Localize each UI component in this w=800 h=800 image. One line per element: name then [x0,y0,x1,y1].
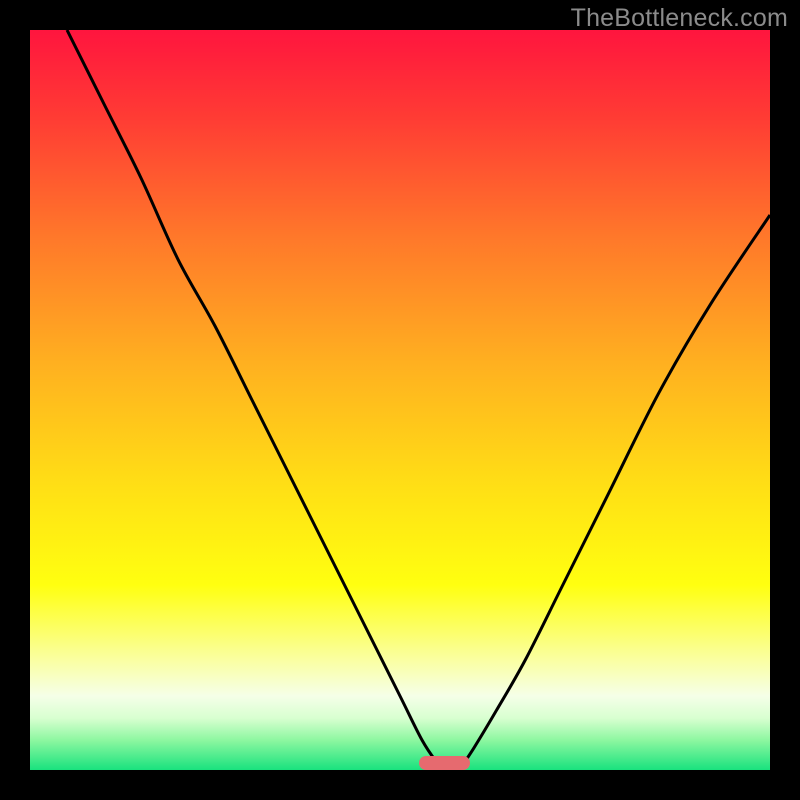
left-curve-path [67,30,444,770]
chart-frame: TheBottleneck.com [0,0,800,800]
bottleneck-curve [30,30,770,770]
watermark-text: TheBottleneck.com [571,4,788,33]
right-curve-path [459,215,770,770]
plot-area [30,30,770,770]
optimum-marker [419,756,471,770]
